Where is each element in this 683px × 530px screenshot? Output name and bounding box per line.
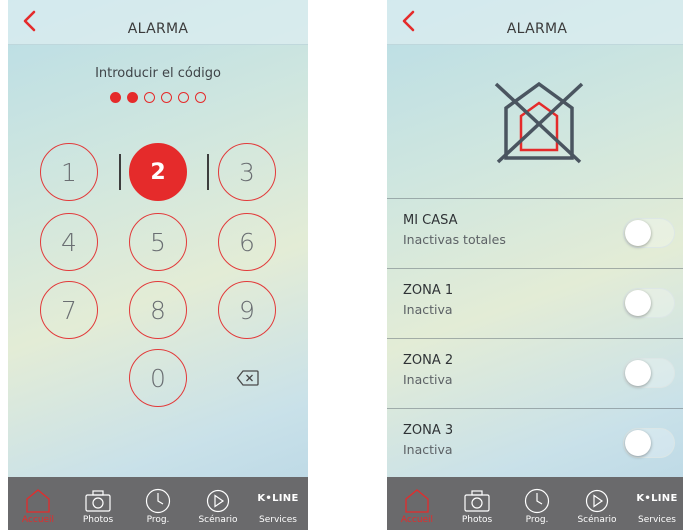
page-title: ALARMA (127, 21, 189, 37)
header: ALARMA (387, 0, 683, 45)
zone-name: ZONA 2 (403, 353, 454, 368)
zone-row-mi-casa: MI CASA Inactivas totales (387, 198, 683, 269)
zone-status: Inactiva (403, 372, 453, 387)
house-disarmed-icon (494, 81, 584, 164)
key-3[interactable]: 3 (218, 143, 276, 201)
tab-label: Prog. (525, 515, 549, 525)
clock-icon (524, 488, 550, 514)
zone-row-zona-2: ZONA 2 Inactiva (387, 338, 683, 409)
tab-label: Services (259, 515, 297, 525)
tab-photos[interactable]: Photos (447, 477, 507, 530)
code-dot (195, 92, 206, 103)
tab-label: Photos (82, 515, 114, 525)
tab-scenario[interactable]: Scénario (188, 477, 248, 530)
tab-scenario[interactable]: Scénario (567, 477, 627, 530)
tab-services[interactable]: K•LINE Services (627, 477, 683, 530)
zone-row-zona-1: ZONA 1 Inactiva (387, 268, 683, 339)
key-9[interactable]: 9 (218, 281, 276, 339)
zone-toggle[interactable] (623, 358, 675, 388)
play-icon (585, 489, 609, 513)
home-icon (405, 489, 429, 513)
kline-logo: K•LINE (257, 493, 299, 504)
code-dot (178, 92, 189, 103)
tab-label: Prog. (146, 515, 170, 525)
key-8[interactable]: 8 (129, 281, 187, 339)
key-4[interactable]: 4 (40, 213, 98, 271)
page-title: ALARMA (506, 21, 568, 37)
code-dot (144, 92, 155, 103)
play-icon (206, 489, 230, 513)
zone-toggle[interactable] (623, 288, 675, 318)
toggle-knob (625, 360, 651, 386)
kline-logo: K•LINE (636, 493, 678, 504)
key-1[interactable]: 1 (40, 143, 98, 201)
key-2[interactable]: 2 (129, 143, 187, 201)
toggle-knob (625, 220, 651, 246)
key-5[interactable]: 5 (129, 213, 187, 271)
zone-status: Inactiva (403, 442, 453, 457)
separator (207, 154, 209, 190)
zone-status: Inactivas totales (403, 232, 506, 247)
key-7[interactable]: 7 (40, 281, 98, 339)
alarm-screen: ALARMA MI CASA Inactivas totales ZONA 1 … (387, 0, 683, 530)
zone-toggle[interactable] (623, 218, 675, 248)
zone-name: ZONA 1 (403, 283, 454, 298)
header: ALARMA (8, 0, 308, 45)
camera-icon (85, 490, 111, 512)
code-dot (127, 92, 138, 103)
tab-bar: Accueil Photos Prog. Scénario K•LINE Ser… (387, 477, 683, 530)
toggle-knob (625, 430, 651, 456)
zone-name: MI CASA (403, 213, 458, 228)
tab-label: Accueil (21, 515, 55, 525)
zone-status: Inactiva (403, 302, 453, 317)
home-icon (26, 489, 50, 513)
tab-prog[interactable]: Prog. (128, 477, 188, 530)
zone-toggle[interactable] (623, 428, 675, 458)
tab-label: Accueil (400, 515, 434, 525)
backspace-button[interactable] (236, 369, 260, 387)
code-dot (110, 92, 121, 103)
tab-accueil[interactable]: Accueil (387, 477, 447, 530)
tab-label: Scénario (198, 515, 238, 525)
tab-label: Scénario (577, 515, 617, 525)
key-6[interactable]: 6 (218, 213, 276, 271)
tab-accueil[interactable]: Accueil (8, 477, 68, 530)
tab-services[interactable]: K•LINE Services (248, 477, 308, 530)
tab-label: Services (638, 515, 676, 525)
separator (119, 154, 121, 190)
keypad-screen: ALARMA Introducir el código 1 2 3 4 5 6 … (8, 0, 308, 530)
camera-icon (464, 490, 490, 512)
tab-photos[interactable]: Photos (68, 477, 128, 530)
tab-label: Photos (461, 515, 493, 525)
key-0[interactable]: 0 (129, 349, 187, 407)
code-prompt: Introducir el código (95, 66, 221, 81)
zone-name: ZONA 3 (403, 423, 454, 438)
tab-bar: Accueil Photos Prog. Scénario K•LINE Ser… (8, 477, 308, 530)
tab-prog[interactable]: Prog. (507, 477, 567, 530)
toggle-knob (625, 290, 651, 316)
code-dots (8, 92, 308, 103)
code-dot (161, 92, 172, 103)
zone-row-zona-3: ZONA 3 Inactiva (387, 408, 683, 479)
backspace-icon (236, 370, 259, 386)
clock-icon (145, 488, 171, 514)
